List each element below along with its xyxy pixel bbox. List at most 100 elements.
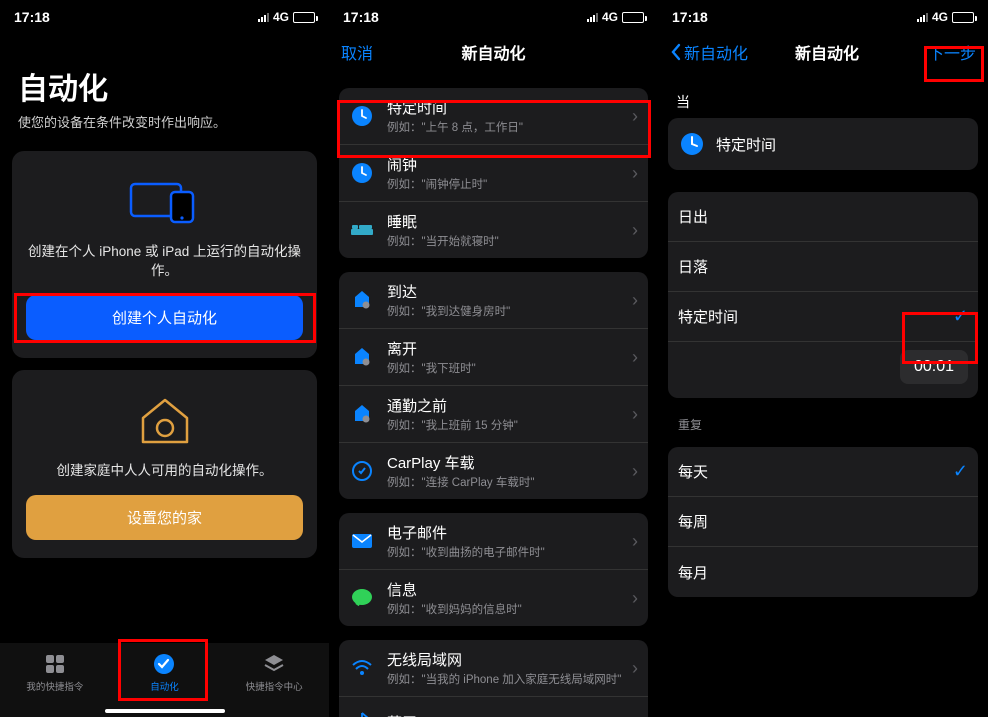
row-title: CarPlay 车载 <box>387 452 626 473</box>
chevron-right-icon: › <box>632 588 638 609</box>
leave-icon <box>349 344 375 370</box>
row-arrive[interactable]: 到达例如："我到达健身房时" › <box>339 272 648 329</box>
chevron-right-icon: › <box>632 404 638 425</box>
clock-icon <box>349 103 375 129</box>
option-label: 每月 <box>678 562 968 583</box>
back-button[interactable]: 新自动化 <box>670 40 748 64</box>
row-sub: 例如："当我的 iPhone 加入家庭无线局域网时" <box>387 671 626 687</box>
repeat-monthly[interactable]: 每月 <box>668 547 978 597</box>
when-label: 当 <box>676 92 970 112</box>
phone-3-time-config: 17:18 4G 新自动化 新自动化 下一步 当 特定时间 日出 日落 特定时间… <box>658 0 988 717</box>
option-label: 每周 <box>678 511 968 532</box>
network-label: 4G <box>273 10 289 24</box>
row-sub: 例如："闹钟停止时" <box>387 176 626 192</box>
status-time: 17:18 <box>672 9 708 25</box>
trigger-group-location: 到达例如："我到达健身房时" › 离开例如："我下班时" › 通勤之前例如："我… <box>339 272 648 499</box>
nav-bar: 新自动化 新自动化 下一步 <box>658 30 988 74</box>
row-sub: 例如："我下班时" <box>387 360 626 376</box>
option-label: 日出 <box>678 206 968 227</box>
page-header: 自动化 使您的设备在条件改变时作出响应。 <box>0 30 329 139</box>
row-title: 无线局域网 <box>387 649 626 670</box>
home-icon <box>26 386 303 456</box>
row-title: 到达 <box>387 281 626 302</box>
time-picker[interactable]: 00:01 <box>900 350 968 384</box>
option-specific-time[interactable]: 特定时间 ✓ <box>668 292 978 342</box>
nav-bar: 取消 新自动化 <box>329 30 658 74</box>
checkmark-icon: ✓ <box>953 461 968 482</box>
row-message[interactable]: 信息例如："收到妈妈的信息时" › <box>339 570 648 626</box>
tab-label: 自动化 <box>150 679 179 693</box>
selected-trigger-label: 特定时间 <box>716 134 776 155</box>
option-label: 每天 <box>678 461 953 482</box>
page-subtitle: 使您的设备在条件改变时作出响应。 <box>18 112 311 131</box>
devices-icon <box>26 167 303 237</box>
row-email[interactable]: 电子邮件例如："收到曲扬的电子邮件时" › <box>339 513 648 570</box>
bluetooth-icon <box>349 709 375 717</box>
row-alarm[interactable]: 闹钟例如："闹钟停止时" › <box>339 145 648 202</box>
mail-icon <box>349 528 375 554</box>
tab-label: 我的快捷指令 <box>26 679 83 693</box>
chevron-right-icon: › <box>632 220 638 241</box>
cancel-button[interactable]: 取消 <box>341 40 411 64</box>
chevron-right-icon: › <box>632 461 638 482</box>
trigger-group-time: 特定时间例如："上午 8 点，工作日" › 闹钟例如："闹钟停止时" › 睡眠例… <box>339 88 648 258</box>
chevron-right-icon: › <box>632 106 638 127</box>
checkmark-icon: ✓ <box>953 306 968 327</box>
wifi-icon <box>349 655 375 681</box>
commute-icon <box>349 401 375 427</box>
row-sleep[interactable]: 睡眠例如："当开始就寝时" › <box>339 202 648 258</box>
clock-icon <box>349 160 375 186</box>
battery-icon <box>622 12 644 23</box>
battery-icon <box>952 12 974 23</box>
home-indicator[interactable] <box>105 709 225 713</box>
personal-card-desc: 创建在个人 iPhone 或 iPad 上运行的自动化操作。 <box>26 243 303 281</box>
chevron-right-icon: › <box>632 658 638 679</box>
row-title: 信息 <box>387 579 626 600</box>
home-automation-card: 创建家庭中人人可用的自动化操作。 设置您的家 <box>12 370 317 558</box>
row-carplay[interactable]: CarPlay 车载例如："连接 CarPlay 车载时" › <box>339 443 648 499</box>
row-title: 闹钟 <box>387 154 626 175</box>
row-commute[interactable]: 通勤之前例如："我上班前 15 分钟" › <box>339 386 648 443</box>
chevron-right-icon: › <box>632 290 638 311</box>
clock-check-icon <box>151 651 177 677</box>
repeat-daily[interactable]: 每天 ✓ <box>668 447 978 497</box>
selected-trigger: 特定时间 <box>668 118 978 170</box>
row-sub: 例如："我上班前 15 分钟" <box>387 417 626 433</box>
time-option-group: 日出 日落 特定时间 ✓ 00:01 <box>668 192 978 398</box>
option-sunrise[interactable]: 日出 <box>668 192 978 242</box>
page-title: 自动化 <box>18 64 311 108</box>
row-sub: 例如："收到曲扬的电子邮件时" <box>387 544 626 560</box>
tab-automation[interactable]: 自动化 <box>124 651 204 693</box>
phone-1-automation-home: 17:18 4G 自动化 使您的设备在条件改变时作出响应。 创建在个人 iPho… <box>0 0 329 717</box>
row-leave[interactable]: 离开例如："我下班时" › <box>339 329 648 386</box>
next-button[interactable]: 下一步 <box>906 40 976 64</box>
carplay-icon <box>349 458 375 484</box>
row-sub: 例如："我到达健身房时" <box>387 303 626 319</box>
nav-title: 新自动化 <box>461 40 525 64</box>
signal-icon <box>917 12 928 22</box>
row-sub: 例如："上午 8 点，工作日" <box>387 119 626 135</box>
network-label: 4G <box>602 10 618 24</box>
layers-icon <box>261 651 287 677</box>
setup-home-button[interactable]: 设置您的家 <box>26 495 303 540</box>
option-sunset[interactable]: 日落 <box>668 242 978 292</box>
row-title: 睡眠 <box>387 211 626 232</box>
status-right: 4G <box>917 10 974 24</box>
back-label: 新自动化 <box>684 40 748 64</box>
message-icon <box>349 585 375 611</box>
row-time-of-day[interactable]: 特定时间例如："上午 8 点，工作日" › <box>339 88 648 145</box>
battery-icon <box>293 12 315 23</box>
status-time: 17:18 <box>14 9 50 25</box>
clock-icon <box>680 132 704 156</box>
row-title: 离开 <box>387 338 626 359</box>
repeat-weekly[interactable]: 每周 <box>668 497 978 547</box>
row-wifi[interactable]: 无线局域网例如："当我的 iPhone 加入家庭无线局域网时" › <box>339 640 648 697</box>
nav-title: 新自动化 <box>795 40 859 64</box>
create-personal-automation-button[interactable]: 创建个人自动化 <box>26 295 303 340</box>
row-bluetooth[interactable]: 蓝牙 › <box>339 697 648 717</box>
chevron-left-icon <box>670 43 681 61</box>
tab-gallery[interactable]: 快捷指令中心 <box>234 651 314 693</box>
chevron-right-icon: › <box>632 163 638 184</box>
trigger-group-network: 无线局域网例如："当我的 iPhone 加入家庭无线局域网时" › 蓝牙 › <box>339 640 648 717</box>
tab-my-shortcuts[interactable]: 我的快捷指令 <box>15 651 95 693</box>
